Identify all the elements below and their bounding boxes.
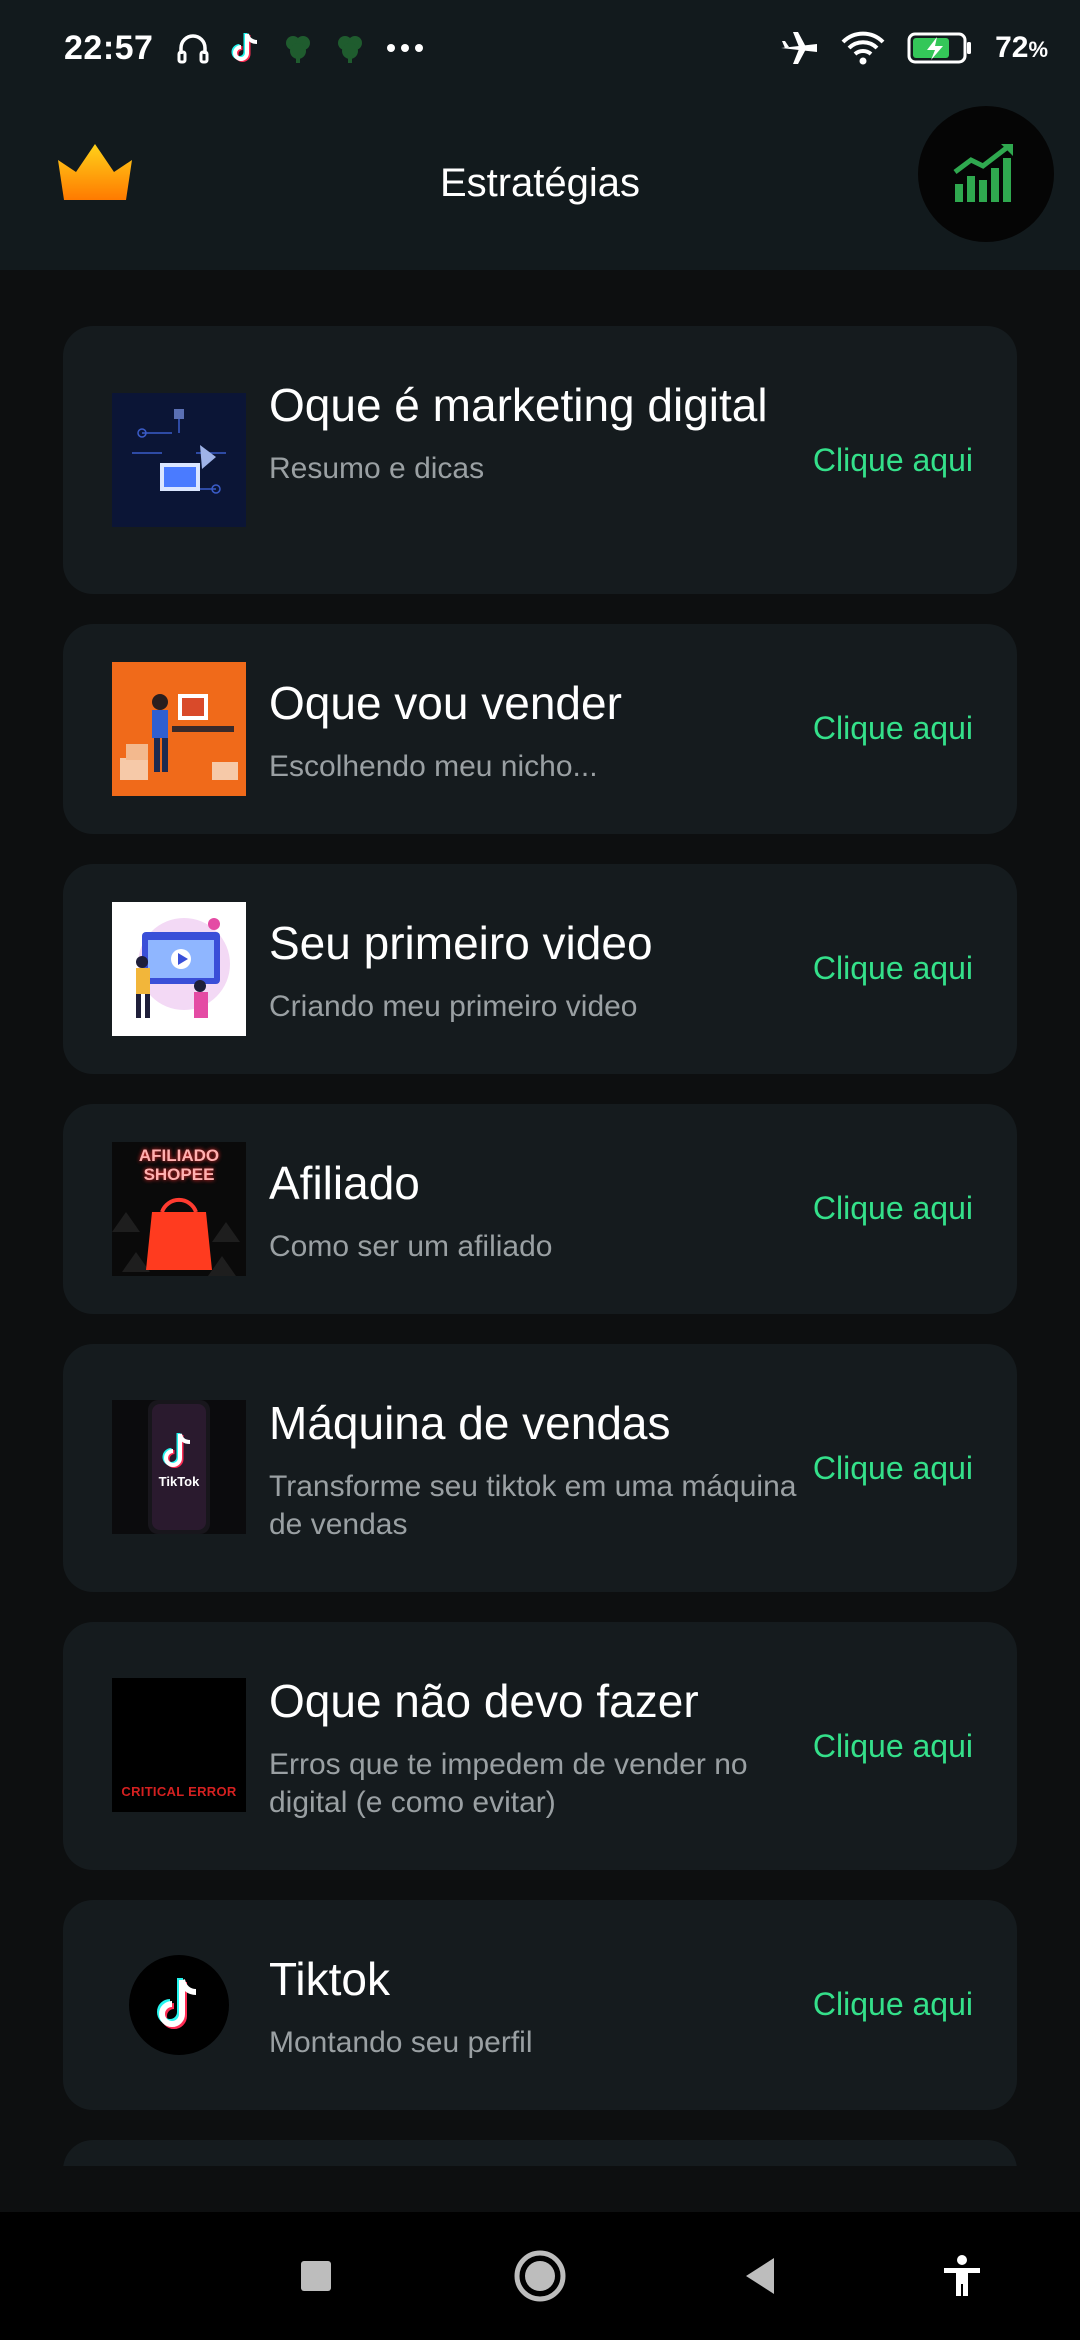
strategy-card[interactable]: Seu primeiro video Criando meu primeiro … [63,864,1017,1074]
recents-square-icon [301,2261,331,2291]
card-text: Oque não devo fazer Erros que te impedem… [269,1672,799,1822]
crown-icon [58,144,132,200]
card-text: Oque é marketing digital Resumo e dicas [269,376,799,488]
card-action-link[interactable]: Clique aqui [813,1986,973,2023]
card-title: Oque é marketing digital [269,379,768,431]
status-icons-left [175,30,425,66]
strategy-card[interactable]: Oque é marketing digital Resumo e dicas … [63,326,1017,594]
card-action-link[interactable]: Clique aqui [813,1450,973,1487]
card-title: Seu primeiro video [269,917,653,969]
status-bar: 22:57 72% [0,0,1080,96]
top-bar: Estratégias [0,96,1080,270]
card-subtitle: Criando meu primeiro video [269,990,638,1023]
card-subtitle: Transforme seu tiktok em uma máquina de … [269,1470,797,1541]
status-time: 22:57 [64,28,154,67]
critical-error-text: CRITICAL ERROR [121,1784,237,1799]
status-icons-right: 72% [779,30,1048,66]
back-button[interactable] [728,2244,792,2308]
accessibility-icon [944,2255,980,2296]
shopee-bag-thumbnail: AFILIADO SHOPEE [112,1142,246,1276]
strategy-card[interactable]: TikTok Máquina de vendas Transforme seu … [63,1344,1017,1592]
tiktok-thumb-text: TikTok [158,1474,200,1489]
stats-button[interactable] [918,106,1054,242]
strategy-card[interactable]: Oque vou vender Escolhendo meu nicho... … [63,624,1017,834]
card-action-link[interactable]: Clique aqui [813,710,973,747]
tiktok-icon [232,33,258,62]
screen: 22:57 72% Estratégias Oque é marketing d… [0,0,1080,2340]
more-dots-icon [387,44,424,52]
seller-thumbnail [112,662,246,796]
card-action-link[interactable]: Clique aqui [813,1190,973,1227]
strategy-card[interactable]: Tiktok Montando seu perfil Clique aqui [63,1900,1017,2110]
notification-icon [286,36,311,63]
recents-button[interactable] [284,2244,348,2308]
card-text: Máquina de vendas Transforme seu tiktok … [269,1394,799,1544]
card-text: Afiliado Como ser um afiliado [269,1154,799,1266]
notification-icon [338,36,363,63]
strategy-list: Oque é marketing digital Resumo e dicas … [63,326,1017,2166]
card-text: Oque vou vender Escolhendo meu nicho... [269,674,799,786]
strategy-card-partial[interactable] [63,2140,1017,2166]
headphones-icon [177,34,209,64]
card-subtitle: Montando seu perfil [269,2026,533,2059]
airplane-mode-icon [781,32,818,64]
home-circle-icon [514,2250,566,2302]
card-subtitle: Erros que te impedem de vender no digita… [269,1748,748,1819]
tiktok-phone-thumbnail: TikTok [112,1400,246,1534]
growth-chart-icon [953,144,1013,202]
card-title: Oque não devo fazer [269,1675,699,1727]
wifi-icon [841,31,885,65]
critical-error-thumbnail: CRITICAL ERROR [112,1678,246,1812]
tiktok-logo-thumbnail [112,1938,246,2072]
card-subtitle: Como ser um afiliado [269,1230,553,1263]
battery-charging-icon [907,32,972,64]
card-title: Oque vou vender [269,677,622,729]
back-triangle-icon [746,2258,774,2294]
card-title: Tiktok [269,1953,390,2005]
strategy-card[interactable]: AFILIADO SHOPEE Afiliado Como ser um afi… [63,1104,1017,1314]
card-subtitle: Resumo e dicas [269,452,485,485]
battery-percent: 72% [995,31,1048,64]
card-text: Seu primeiro video Criando meu primeiro … [269,914,799,1026]
shopee-thumb-text: AFILIADO SHOPEE [138,1146,220,1184]
page-title: Estratégias [439,160,641,205]
navigation-bar [0,2212,1080,2340]
premium-button[interactable] [54,140,136,204]
card-text: Tiktok Montando seu perfil [269,1950,799,2062]
card-action-link[interactable]: Clique aqui [813,1728,973,1765]
marketing-thumbnail [112,393,246,527]
accessibility-button[interactable] [930,2244,994,2308]
card-title: Afiliado [269,1157,420,1209]
card-title: Máquina de vendas [269,1397,671,1449]
video-thumbnail [112,902,246,1036]
card-action-link[interactable]: Clique aqui [813,442,973,479]
home-button[interactable] [508,2244,572,2308]
card-subtitle: Escolhendo meu nicho... [269,750,598,783]
strategy-card[interactable]: CRITICAL ERROR Oque não devo fazer Erros… [63,1622,1017,1870]
card-action-link[interactable]: Clique aqui [813,950,973,987]
